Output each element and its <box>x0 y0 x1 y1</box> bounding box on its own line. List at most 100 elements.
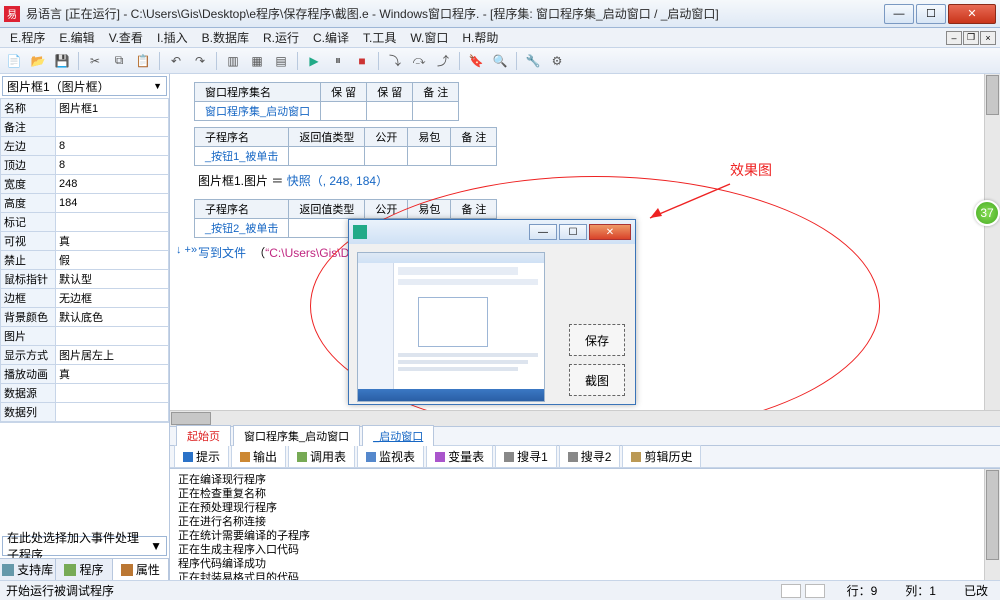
object-selector[interactable]: 图片框1（图片框） ▼ <box>2 76 167 96</box>
menu-insert[interactable]: I.插入 <box>151 27 194 48</box>
code-editor[interactable]: 窗口程序集名保 留保 留备 注 窗口程序集_启动窗口 子程序名返回值类型公开易包… <box>170 74 1000 410</box>
cut-icon[interactable]: ✂ <box>85 51 105 71</box>
close-button[interactable]: ✕ <box>948 4 996 24</box>
mdi-minimize[interactable]: – <box>946 31 962 45</box>
notification-badge[interactable]: 37 <box>974 200 1000 226</box>
undo-icon[interactable]: ↶ <box>166 51 186 71</box>
preview-maximize[interactable]: ☐ <box>559 224 587 240</box>
debug-tab-watch[interactable]: 监视表 <box>357 445 424 468</box>
debug-tab-search1[interactable]: 搜寻1 <box>495 445 557 468</box>
preview-save-button[interactable]: 保存 <box>569 324 625 356</box>
preview-window: — ☐ ✕ <box>348 219 636 405</box>
debug-tab-search2[interactable]: 搜寻2 <box>559 445 621 468</box>
menu-view[interactable]: V.查看 <box>103 27 149 48</box>
tool1-icon[interactable]: 🔧 <box>523 51 543 71</box>
prop-value[interactable] <box>56 213 169 232</box>
mdi-close[interactable]: × <box>980 31 996 45</box>
tool2-icon[interactable]: ⚙ <box>547 51 567 71</box>
bookmark-icon[interactable]: 🔖 <box>466 51 486 71</box>
debug-tab-callstack[interactable]: 调用表 <box>288 445 355 468</box>
preview-titlebar[interactable]: — ☐ ✕ <box>349 220 635 244</box>
redo-icon[interactable]: ↷ <box>190 51 210 71</box>
pause-icon[interactable]: ⏸ <box>328 51 348 71</box>
paste-icon[interactable]: 📋 <box>133 51 153 71</box>
menu-window[interactable]: W.窗口 <box>404 27 454 48</box>
prop-value[interactable]: 假 <box>56 251 169 270</box>
maximize-button[interactable]: ☐ <box>916 4 946 24</box>
status-icon2[interactable] <box>805 584 825 598</box>
status-icon1[interactable] <box>781 584 801 598</box>
stop-icon[interactable]: ■ <box>352 51 372 71</box>
debug-tab-vars[interactable]: 变量表 <box>426 445 493 468</box>
prop-value[interactable]: 真 <box>56 365 169 384</box>
tab-properties[interactable]: 属性 <box>113 559 169 580</box>
breakpoint-marker[interactable]: ↓ +» <box>176 244 197 256</box>
save-icon[interactable]: 💾 <box>52 51 72 71</box>
copy-icon[interactable]: ⧉ <box>109 51 129 71</box>
doc-tab-assembly[interactable]: 窗口程序集_启动窗口 <box>233 425 360 446</box>
output-pane[interactable]: 正在编译现行程序 正在检查重复名称 正在预处理现行程序 正在进行名称连接 正在统… <box>170 468 1000 580</box>
output-vscroll[interactable] <box>984 469 1000 580</box>
run-icon[interactable]: ▶ <box>304 51 324 71</box>
stepout-icon[interactable]: ⤴ <box>433 51 453 71</box>
stepover-icon[interactable]: ⤼ <box>409 51 429 71</box>
property-grid[interactable]: 名称图片框1备注左边8顶边8宽度248高度184标记可视真禁止假鼠标指针默认型边… <box>0 98 169 422</box>
menu-help[interactable]: H.帮助 <box>456 27 504 48</box>
mdi-restore[interactable]: ❐ <box>963 31 979 45</box>
prop-value[interactable]: 8 <box>56 156 169 175</box>
debug-tab-output[interactable]: 输出 <box>231 445 286 468</box>
debug-tab-cliphist[interactable]: 剪辑历史 <box>622 445 701 468</box>
prop-name: 数据源 <box>1 384 56 403</box>
prop-value[interactable]: 248 <box>56 175 169 194</box>
doc-tab-window[interactable]: _启动窗口 <box>362 425 434 446</box>
minimize-button[interactable]: — <box>884 4 914 24</box>
sub1-header-table: 子程序名返回值类型公开易包备 注 _按钮1_被单击 <box>194 127 497 166</box>
menu-tools[interactable]: T.工具 <box>357 27 402 48</box>
prop-value[interactable]: 图片框1 <box>56 99 169 118</box>
preview-minimize[interactable]: — <box>529 224 557 240</box>
find-icon[interactable]: 🔍 <box>490 51 510 71</box>
prop-value[interactable] <box>56 403 169 422</box>
open-icon[interactable]: 📂 <box>28 51 48 71</box>
menubar: E.程序 E.编辑 V.查看 I.插入 B.数据库 R.运行 C.编译 T.工具… <box>0 28 1000 48</box>
menu-compile[interactable]: C.编译 <box>307 27 355 48</box>
prop-value[interactable]: 无边框 <box>56 289 169 308</box>
menu-program[interactable]: E.程序 <box>4 27 51 48</box>
prop-value[interactable] <box>56 327 169 346</box>
chevron-down-icon: ▼ <box>150 539 162 553</box>
prop-name: 鼠标指针 <box>1 270 56 289</box>
prop-name: 顶边 <box>1 156 56 175</box>
doc-tab-start[interactable]: 起始页 <box>176 425 231 446</box>
menu-edit[interactable]: E.编辑 <box>53 27 100 48</box>
editor-vscroll[interactable] <box>984 74 1000 410</box>
status-col: 列：1 <box>899 582 942 599</box>
tab-program[interactable]: 程序 <box>56 559 112 580</box>
prop-name: 播放动画 <box>1 365 56 384</box>
layout2-icon[interactable]: ▦ <box>247 51 267 71</box>
prop-value[interactable] <box>56 384 169 403</box>
prop-value[interactable] <box>56 118 169 137</box>
object-selector-value: 图片框1（图片框） <box>7 78 110 95</box>
editor-area: 窗口程序集名保 留保 留备 注 窗口程序集_启动窗口 子程序名返回值类型公开易包… <box>170 74 1000 580</box>
tab-support-lib[interactable]: 支持库 <box>0 559 56 580</box>
preview-capture-button[interactable]: 截图 <box>569 364 625 396</box>
prop-value[interactable]: 默认型 <box>56 270 169 289</box>
prop-value[interactable]: 图片居左上 <box>56 346 169 365</box>
layout1-icon[interactable]: ▥ <box>223 51 243 71</box>
annotation-label: 效果图 <box>730 160 772 180</box>
menu-database[interactable]: B.数据库 <box>196 27 255 48</box>
prop-value[interactable]: 真 <box>56 232 169 251</box>
editor-hscroll[interactable] <box>170 410 1000 426</box>
layout3-icon[interactable]: ▤ <box>271 51 291 71</box>
menu-run[interactable]: R.运行 <box>257 27 305 48</box>
prop-value[interactable]: 8 <box>56 137 169 156</box>
properties-pane: 图片框1（图片框） ▼ 名称图片框1备注左边8顶边8宽度248高度184标记可视… <box>0 74 170 580</box>
stepinto-icon[interactable]: ⤵ <box>385 51 405 71</box>
prop-value[interactable]: 默认底色 <box>56 308 169 327</box>
prop-value[interactable]: 184 <box>56 194 169 213</box>
prop-name: 图片 <box>1 327 56 346</box>
debug-tab-hint[interactable]: 提示 <box>174 445 229 468</box>
event-selector[interactable]: 在此处选择加入事件处理子程序 ▼ <box>2 536 167 556</box>
new-icon[interactable]: 📄 <box>4 51 24 71</box>
preview-close[interactable]: ✕ <box>589 224 631 240</box>
